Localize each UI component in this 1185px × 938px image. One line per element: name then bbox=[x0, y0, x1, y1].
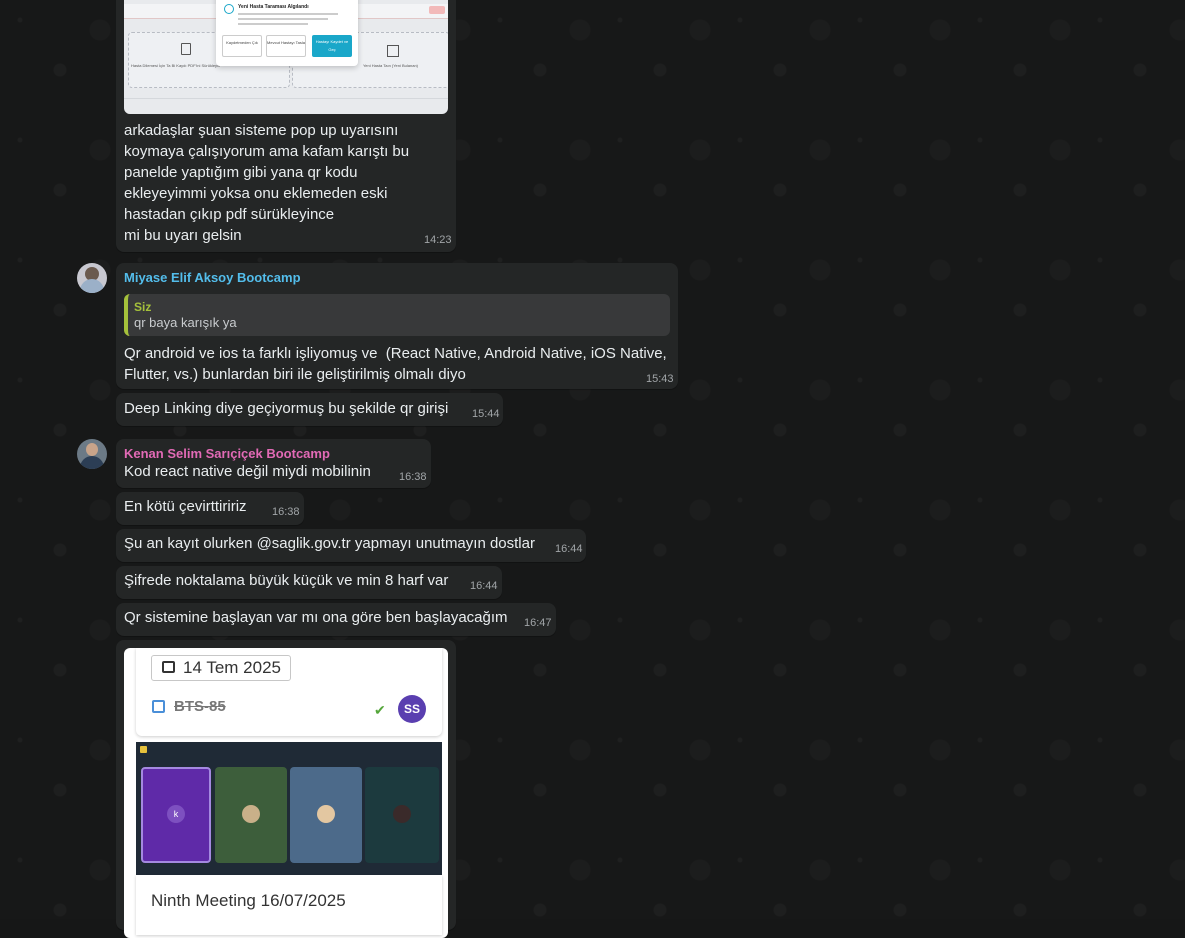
screenshot-image[interactable]: 14 Tem 2025 BTS-85 ✔ SS k Ninth Meeting … bbox=[124, 648, 448, 938]
avatar-miyase[interactable] bbox=[77, 263, 107, 293]
message-bubble[interactable]: Şifrede noktalama büyük küçük ve min 8 h… bbox=[116, 566, 502, 599]
check-icon: ✔ bbox=[374, 702, 386, 718]
message-time: 15:43 bbox=[646, 373, 674, 385]
message-text: arkadaşlar şuan sisteme pop up uyarısını… bbox=[124, 122, 410, 244]
date-chip: 14 Tem 2025 bbox=[151, 655, 291, 681]
message-time: 16:38 bbox=[399, 471, 427, 483]
info-icon bbox=[224, 4, 234, 14]
message-text: Qr sistemine başlayan var mı ona göre be… bbox=[124, 609, 508, 626]
sender-name[interactable]: Kenan Selim Sarıçiçek Bootcamp bbox=[124, 446, 330, 461]
checkbox-icon bbox=[152, 700, 165, 713]
quote-sender: Siz bbox=[134, 300, 152, 314]
message-time: 16:44 bbox=[470, 580, 498, 592]
message-bubble-image[interactable]: Hasta Dilemesi İçin Ta Bi Kaydı PDF'ini … bbox=[116, 0, 456, 252]
message-bubble[interactable]: En kötü çevirttiririz 16:38 bbox=[116, 492, 304, 525]
message-time: 16:44 bbox=[555, 543, 583, 555]
screenshot-image[interactable]: Hasta Dilemesi İçin Ta Bi Kaydı PDF'ini … bbox=[124, 0, 448, 114]
message-text: Kod react native değil miydi mobilinin bbox=[124, 463, 371, 480]
message-time: 15:44 bbox=[472, 408, 500, 420]
quoted-message[interactable]: Siz qr baya karışık ya bbox=[124, 294, 670, 336]
calendar-icon bbox=[162, 661, 175, 673]
quote-text: qr baya karışık ya bbox=[134, 315, 237, 330]
message-bubble-image[interactable]: 14 Tem 2025 BTS-85 ✔ SS k Ninth Meeting … bbox=[116, 640, 456, 938]
message-bubble[interactable]: Miyase Elif Aksoy Bootcamp Siz qr baya k… bbox=[116, 263, 678, 389]
message-bubble[interactable]: Deep Linking diye geçiyormuş bu şekilde … bbox=[116, 393, 503, 426]
message-bubble[interactable]: Kenan Selim Sarıçiçek Bootcamp Kod react… bbox=[116, 439, 431, 488]
message-bubble[interactable]: Şu an kayıt olurken @saglik.gov.tr yapma… bbox=[116, 529, 586, 562]
message-time: 14:23 bbox=[424, 234, 452, 246]
message-text: Şu an kayıt olurken @saglik.gov.tr yapma… bbox=[124, 535, 535, 552]
user-avatar: SS bbox=[398, 695, 426, 723]
message-time: 16:38 bbox=[272, 506, 300, 518]
message-time: 16:47 bbox=[524, 617, 552, 629]
message-text: Deep Linking diye geçiyormuş bu şekilde … bbox=[124, 400, 449, 417]
sender-name[interactable]: Miyase Elif Aksoy Bootcamp bbox=[124, 270, 301, 285]
meeting-thumbnail: k bbox=[136, 742, 442, 875]
file-upload-icon bbox=[181, 43, 191, 55]
message-text: En kötü çevirttiririz bbox=[124, 498, 247, 515]
message-text: Qr android ve ios ta farklı işliyomuş ve… bbox=[124, 345, 667, 383]
popup-dialog: Yeni Hasta Taraması Algılandı Kaydetmede… bbox=[216, 0, 358, 66]
qr-icon bbox=[387, 45, 399, 57]
message-text: Şifrede noktalama büyük küçük ve min 8 h… bbox=[124, 572, 449, 589]
avatar-kenan[interactable] bbox=[77, 439, 107, 469]
message-bubble[interactable]: Qr sistemine başlayan var mı ona göre be… bbox=[116, 603, 556, 636]
